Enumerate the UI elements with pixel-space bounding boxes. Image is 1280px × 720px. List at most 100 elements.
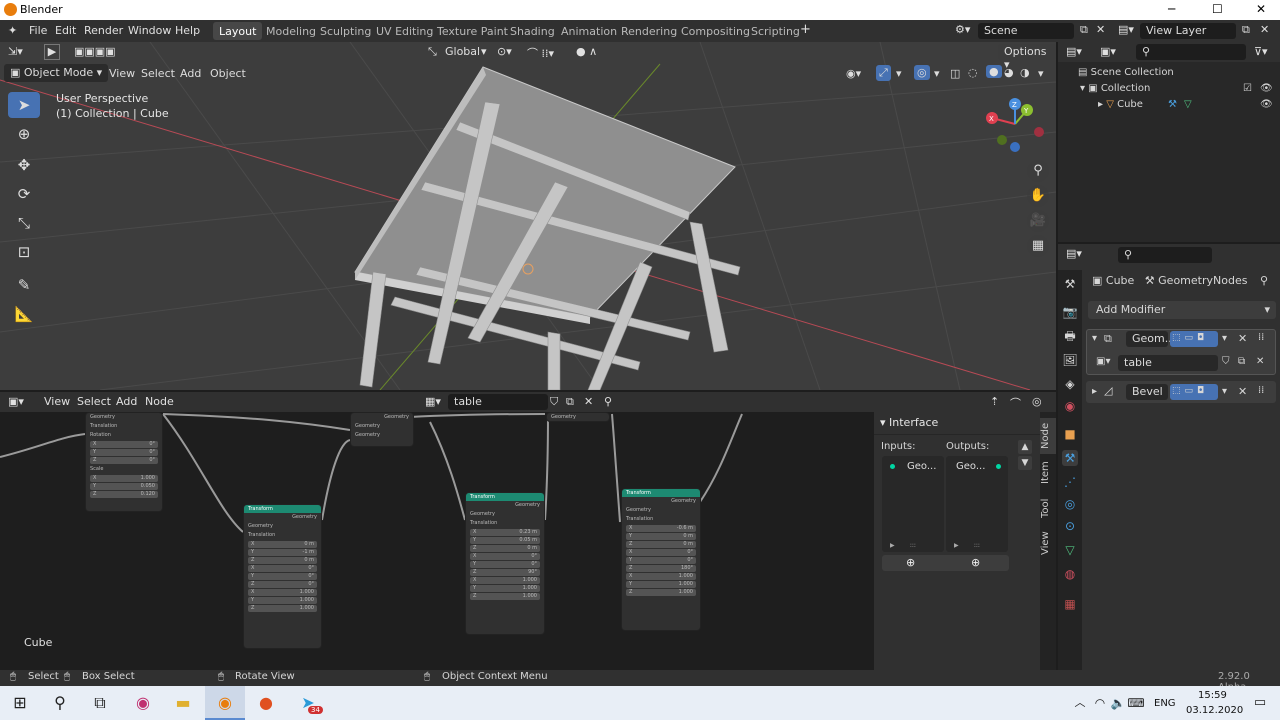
menu-edit[interactable]: Edit — [55, 24, 76, 37]
input-item[interactable]: Geo... — [907, 461, 936, 472]
constraints-tab-icon[interactable]: ⊙ — [1062, 518, 1078, 534]
node-field[interactable]: Y 1.000 — [626, 581, 696, 588]
node-field[interactable]: Y 0° — [248, 573, 317, 580]
firefox-icon[interactable]: ● — [256, 693, 276, 713]
transform-orientation[interactable]: Global — [445, 45, 480, 58]
render-tab-icon[interactable]: 📷 — [1062, 304, 1078, 320]
viewport-menu-view[interactable]: View — [109, 67, 135, 80]
modifier-name-field[interactable]: Bevel — [1126, 384, 1168, 400]
unlink-icon[interactable]: ✕ — [1256, 356, 1264, 367]
node-field[interactable]: Z0 m — [626, 541, 696, 548]
app-icon[interactable]: ◉ — [133, 693, 153, 713]
tab-animation[interactable]: Animation — [555, 22, 623, 40]
network-icon[interactable]: ◠ — [1090, 693, 1110, 713]
node-transform-3[interactable]: Transform Geometry Geometry Translation … — [465, 492, 545, 635]
new-scene-icon[interactable]: ⧉ — [1080, 23, 1088, 37]
node-field[interactable]: Z 0° — [248, 581, 317, 588]
modifier-tab-icon[interactable]: ⚒ — [1062, 450, 1078, 466]
node-field[interactable]: X0 m — [248, 541, 317, 548]
modifier-name-field[interactable]: Geom... — [1126, 331, 1175, 347]
blender-menu-icon[interactable]: ✦ — [8, 24, 17, 37]
data-tab-icon[interactable]: ▽ — [1062, 542, 1078, 558]
collection-checkbox[interactable]: ☑ — [1243, 83, 1252, 94]
filter-icon[interactable]: ⊽▾ — [1254, 45, 1268, 58]
tool-tab-icon[interactable]: ⚒ — [1062, 276, 1078, 292]
clock-time[interactable]: 15:59 — [1198, 690, 1227, 701]
tab-compositing[interactable]: Compositing — [675, 22, 756, 40]
viewport-menu-object[interactable]: Object — [210, 67, 246, 80]
file-explorer-icon[interactable]: ▬ — [173, 693, 193, 713]
drag-handle-icon[interactable]: ⁞⁞ — [1258, 385, 1264, 396]
keyboard-icon[interactable]: ⌨ — [1126, 693, 1146, 713]
transform-tool-icon[interactable]: ⊡ — [8, 239, 40, 265]
drag-handle-icon[interactable]: ⁞⁞ — [1258, 332, 1264, 343]
fake-user-icon[interactable]: ⛉ — [1222, 356, 1230, 367]
maximize-button[interactable]: ☐ — [1212, 2, 1223, 16]
parent-tree-icon[interactable]: ⇡ — [990, 395, 999, 408]
annotate-tool-icon[interactable]: ✎ — [8, 272, 40, 298]
solid-shading-icon[interactable]: ● — [986, 65, 1002, 78]
expand-modifier-icon[interactable]: ▸ — [1092, 386, 1097, 397]
speaker-icon[interactable]: 🔈 — [1108, 693, 1128, 713]
snap-icon[interactable]: ⌒ ⁞⁞▾ — [527, 45, 554, 61]
node-field[interactable]: X 0° — [90, 441, 158, 448]
measure-tool-icon[interactable]: 📐 — [8, 301, 40, 327]
interface-panel-title[interactable]: ▾ Interface — [880, 416, 938, 429]
tab-item[interactable]: Item — [1040, 458, 1056, 488]
windows-start-icon[interactable]: ⊞ — [10, 693, 30, 713]
minimize-button[interactable]: ─ — [1168, 2, 1175, 16]
display-mode-icon[interactable]: ▣▾ — [1100, 45, 1116, 58]
menu-window[interactable]: Window — [128, 24, 171, 37]
cube-row[interactable]: ▸ ▽ Cube — [1098, 99, 1143, 110]
node-field[interactable]: X 0° — [470, 553, 540, 560]
viewport-menu-add[interactable]: Add — [180, 67, 201, 80]
node-field[interactable]: Z0 m — [470, 545, 540, 552]
node-group-output[interactable]: Geometry — [546, 412, 610, 422]
add-workspace-button[interactable]: + — [800, 22, 811, 37]
select-tool-icon[interactable]: ▶ — [44, 44, 60, 60]
node-field[interactable]: X 1.000 — [626, 573, 696, 580]
node-field[interactable]: Z 0.120 — [90, 491, 158, 498]
node-field[interactable]: Z 1.000 — [626, 589, 696, 596]
node-field[interactable]: Z 1.000 — [470, 593, 540, 600]
modifier-wrench-icon[interactable]: ⚒ — [1168, 99, 1177, 110]
node-field[interactable]: Y 0° — [626, 557, 696, 564]
tab-texture-paint[interactable]: Texture Paint — [431, 22, 514, 40]
tab-modeling[interactable]: Modeling — [260, 22, 322, 40]
snap-node-icon[interactable]: ⌒ — [1010, 395, 1021, 411]
node-field[interactable]: X -0.6 m — [626, 525, 696, 532]
modifier-visibility-toggles[interactable]: ⬚▭◘ — [1170, 331, 1218, 347]
add-modifier-dropdown[interactable]: Add Modifier ▾ — [1088, 301, 1276, 319]
node-field[interactable]: Y 0.05 m — [470, 537, 540, 544]
modifier-dropdown-icon[interactable]: ▾ — [1222, 333, 1227, 344]
unlink-tree-icon[interactable]: ✕ — [584, 395, 593, 408]
node-field[interactable]: Y 1.000 — [470, 585, 540, 592]
mesh-data-icon[interactable]: ▽ — [1184, 99, 1192, 110]
node-field[interactable]: Y0 m — [626, 533, 696, 540]
overlay-node-icon[interactable]: ◎ — [1032, 395, 1042, 408]
tab-scripting[interactable]: Scripting — [745, 22, 806, 40]
selection-mode-icons[interactable]: ▣▣▣▣ — [74, 45, 116, 58]
cursor-tool-icon[interactable]: ⊕ — [8, 121, 40, 147]
node-field[interactable]: X 0.23 m — [470, 529, 540, 536]
scene-collection-row[interactable]: ▤ Scene Collection — [1078, 67, 1174, 78]
tab-sculpting[interactable]: Sculpting — [314, 22, 377, 40]
node-field[interactable]: Z 0° — [90, 457, 158, 464]
editor-type-icon[interactable]: ⇲▾ — [8, 45, 23, 58]
notifications-icon[interactable]: ▭ — [1250, 693, 1270, 713]
3d-viewport[interactable]: ⇲▾ ▶ ▣▣▣▣ ⤡ Global ▾ ⊙▾ ⌒ ⁞⁞▾ ● ∧ Option… — [0, 42, 1056, 390]
node-menu-add[interactable]: Add — [116, 395, 137, 408]
outliner-type-icon[interactable]: ▤▾ — [1066, 45, 1082, 58]
node-field[interactable]: Z 1.000 — [248, 605, 317, 612]
node-field[interactable]: X 1.000 — [90, 475, 158, 482]
output-item[interactable]: Geo... — [956, 461, 985, 472]
node-transform-1[interactable]: Geometry Translation Rotation X 0° Y 0° Z0… — [85, 412, 163, 512]
scene-selector-icon[interactable]: ⚙▾ — [955, 23, 970, 36]
node-field[interactable]: X 0° — [248, 565, 317, 572]
navigation-gizmo[interactable]: X Y Z — [980, 94, 1050, 154]
rendered-shading-icon[interactable]: ◑ — [1020, 66, 1030, 79]
properties-type-icon[interactable]: ▤▾ — [1066, 247, 1082, 260]
tab-layout[interactable]: Layout — [213, 22, 263, 40]
pan-hand-icon[interactable]: ✋ — [1027, 185, 1049, 207]
move-up-icon[interactable]: ▲ — [1018, 440, 1032, 454]
